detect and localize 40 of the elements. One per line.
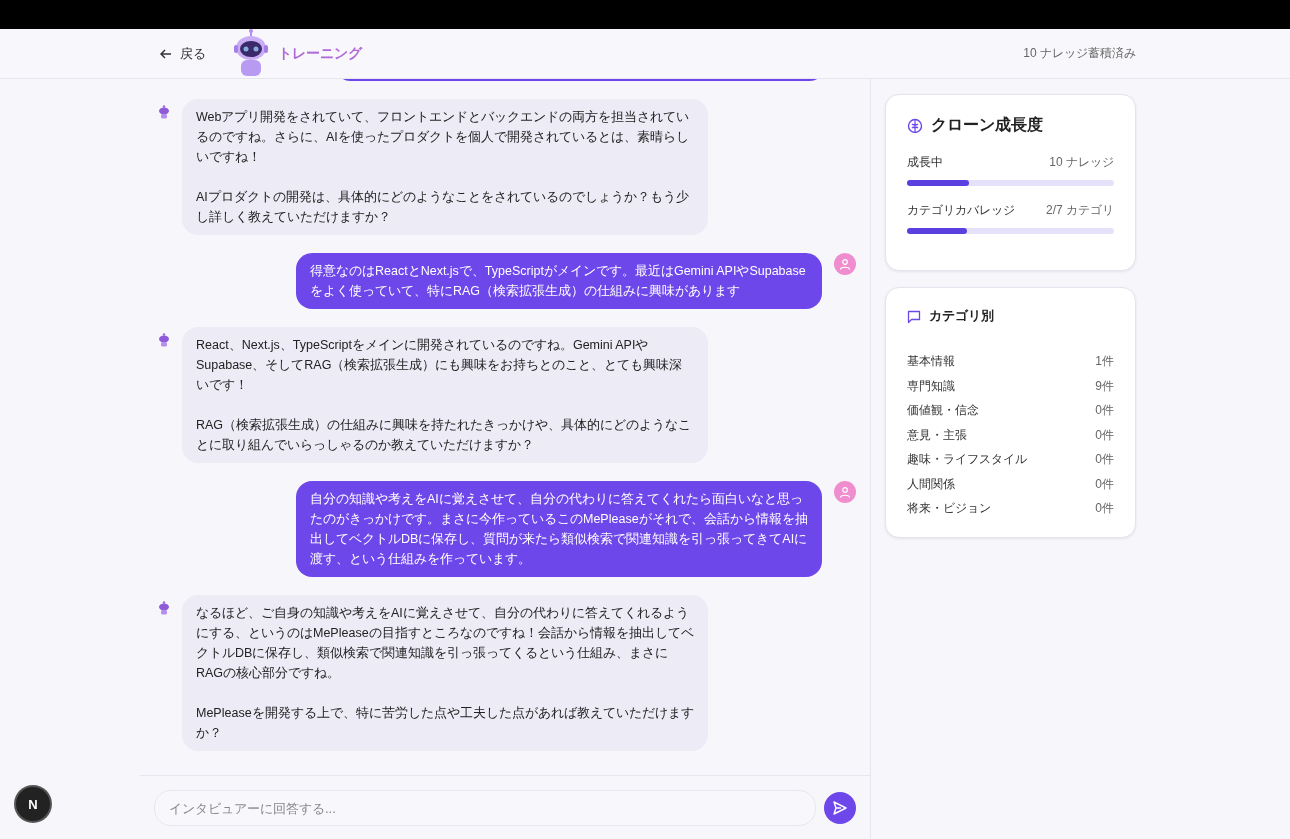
user-avatar-icon <box>834 253 856 275</box>
interviewer-message: Webアプリ開発をされていて、フロントエンドとバックエンドの両方を担当されているのですね。さらに、AIを使ったプロダクトを個人で開発されているとは、素晴らしいですね！ AIプロダクトの開発は、具体的にどのようなことをされているのでしょうか？もう少し詳しく教えていただけますか？ <box>182 99 708 235</box>
category-name: 価値観・信念 <box>907 402 979 419</box>
category-name: 基本情報 <box>907 353 955 370</box>
category-name: 専門知識 <box>907 377 955 394</box>
category-count: 1件 <box>1095 353 1114 370</box>
chat-bubble-icon <box>907 309 921 324</box>
robot-avatar-icon <box>158 601 170 615</box>
back-button[interactable]: 戻る <box>160 44 206 63</box>
meter-label: 成長中 <box>907 154 943 171</box>
category-name: 将来・ビジョン <box>907 500 991 517</box>
meter-reading: 10 ナレッジ <box>1049 154 1114 171</box>
answer-input-field[interactable]: インタビュアーに回答する... <box>154 790 816 826</box>
send-icon <box>833 801 847 815</box>
category-name: 人間関係 <box>907 475 955 492</box>
robot-avatar-icon <box>158 105 170 119</box>
robot-avatar-icon <box>158 333 170 347</box>
user-message: 得意なのはReactとNext.jsで、TypeScriptがメインです。最近はGemini APIやSupabaseをよく使っていて、特にRAG（検索拡張生成）の仕組みに興味があります <box>296 253 822 309</box>
category-count: 0件 <box>1095 402 1114 419</box>
category-count: 0件 <box>1095 475 1114 492</box>
arrow-left-icon <box>160 47 172 60</box>
card-title: カテゴリ別 <box>929 308 994 325</box>
knowledge-count: 10 ナレッジ蓄積済み <box>1023 45 1136 62</box>
meter-label: カテゴリカバレッジ <box>907 202 1015 219</box>
card-title: クローン成長度 <box>931 115 1043 135</box>
category-name: 趣味・ライフスタイル <box>907 451 1027 468</box>
category-count: 0件 <box>1095 426 1114 443</box>
dev-badge[interactable]: N <box>16 787 50 821</box>
interviewer-message: なるほど、ご自身の知識や考えをAIに覚えさせて、自分の代わりに答えてくれるようにする、というのはMePleaseの目指すところなのですね！会話から情報を抽出してベクトルDBに保存し、類似検索で関連知識を引っ張ってくるという仕組み、まさにRAGの核心部分ですね。 MePleaseを開発する上で、特に苦労した点や工夫した点があれば教えていただけますか？ <box>182 595 708 751</box>
category-name: 意見・主張 <box>907 426 967 443</box>
meter-reading: 2/7 カテゴリ <box>1046 202 1114 219</box>
category-count: 0件 <box>1095 451 1114 468</box>
user-message: 自分の知識や考えをAIに覚えさせて、自分の代わりに答えてくれたら面白いなと思ったのがきっかけです。まさに今作っているこのMePleaseがそれで、会話から情報を抽出してベクトルDBに保存し、質問が来たら類似検索で関連知識を引っ張ってきてAIに渡す、という仕組みを作っています。 <box>296 481 822 577</box>
page-title: トレーニング <box>278 44 362 63</box>
interviewer-message: React、Next.js、TypeScriptをメインに開発されているのですね。Gemini APIやSupabase、そしてRAG（検索拡張生成）にも興味をお持ちとのこと、とても興味深いです！ RAG（検索拡張生成）の仕組みに興味を持たれたきっかけや、具体的にどのようなことに取り組んでいらっしゃるのか教えていただけますか？ <box>182 327 708 463</box>
category-count: 9件 <box>1095 377 1114 394</box>
category-count: 0件 <box>1095 500 1114 517</box>
brain-icon <box>907 117 923 134</box>
user-avatar-icon <box>834 481 856 503</box>
send-button[interactable] <box>824 792 856 824</box>
